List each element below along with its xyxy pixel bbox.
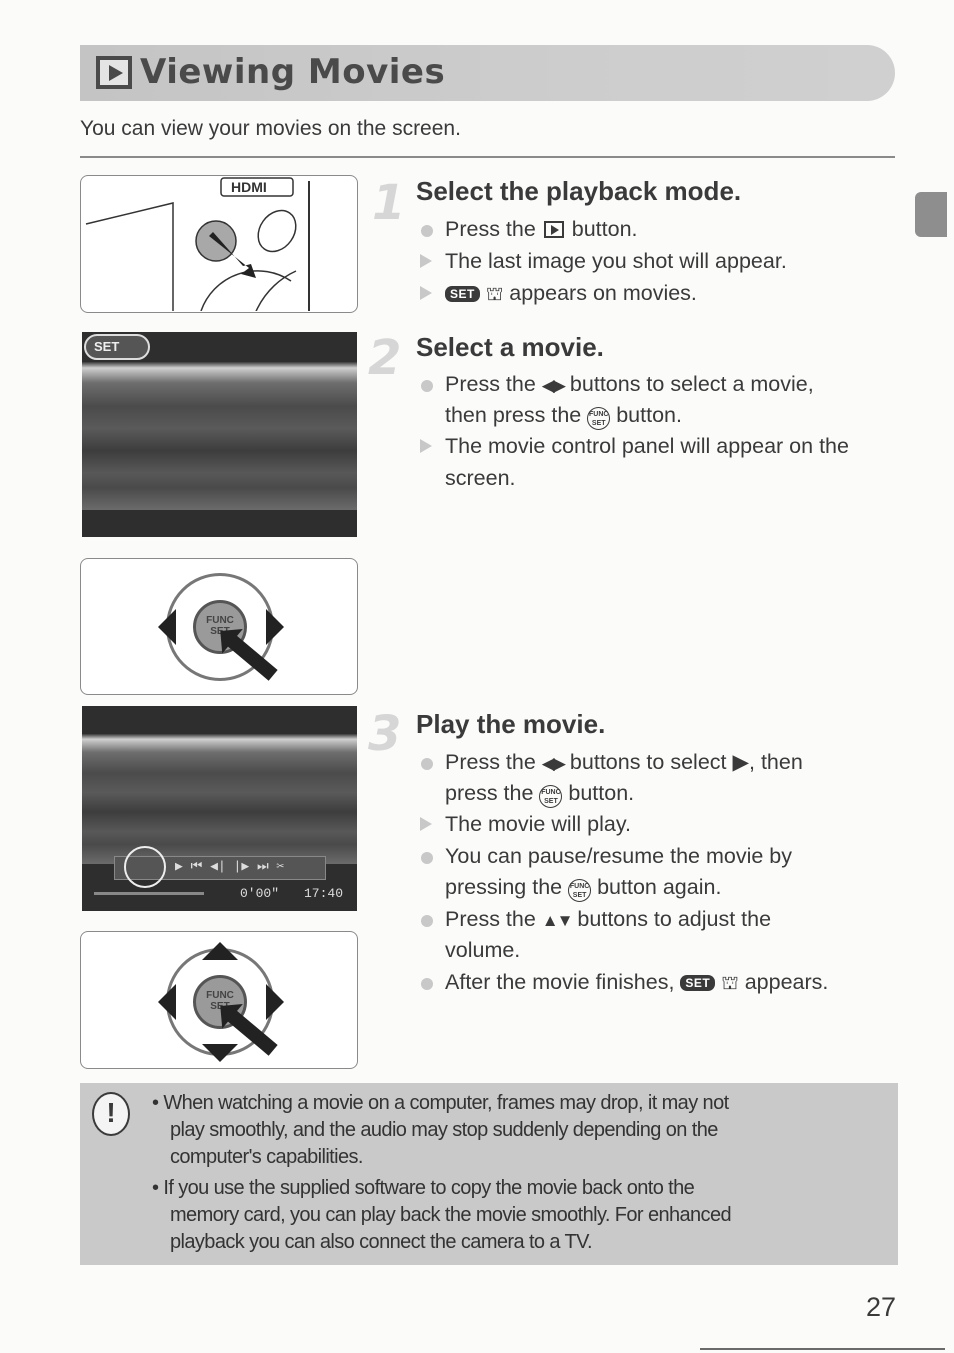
- play-selection-circle: [124, 846, 166, 888]
- result-bullet-icon: [420, 439, 432, 453]
- progress-bar: [94, 892, 204, 895]
- step-line: volume.: [445, 938, 521, 962]
- control-icons: ▶ ⏮ ◀| |▶ ⏭ ✂: [175, 859, 285, 874]
- set-label: SET: [94, 339, 120, 354]
- chapter-tab: [915, 192, 947, 237]
- step-line: then press the FUNC SET button.: [445, 403, 682, 430]
- header-divider: [80, 156, 895, 158]
- up-down-arrows-icon: ▲▼: [541, 911, 574, 930]
- left-arrow-icon: [158, 984, 176, 1020]
- caution-text: playback you can also connect the camera…: [170, 1231, 593, 1253]
- step-line: screen.: [445, 466, 516, 490]
- step-line: After the movie finishes, SET ⛫ appears.: [421, 970, 828, 997]
- movie-icon: ⛫: [485, 284, 504, 305]
- camera-back-illustration: HDMI: [80, 175, 358, 362]
- footer-divider: [700, 1348, 945, 1350]
- city-image: [82, 734, 357, 864]
- play-icon: ▶: [732, 750, 750, 774]
- step-line: press the FUNC SET button.: [445, 781, 634, 808]
- step-number: 2: [368, 330, 402, 386]
- step-title: Play the movie.: [416, 709, 606, 739]
- step-line: You can pause/resume the movie by: [421, 844, 792, 869]
- step-line: The movie control panel will appear on t…: [420, 434, 849, 459]
- caution-text: memory card, you can play back the movie…: [170, 1204, 732, 1226]
- down-arrow-icon: [202, 1044, 238, 1062]
- action-bullet-icon: [421, 225, 433, 237]
- set-badge-icon: SET: [445, 286, 480, 302]
- dpad-all-illustration: FUNC SET: [80, 931, 358, 1069]
- result-bullet-icon: [420, 817, 432, 831]
- playback-button-icon: [543, 221, 564, 238]
- caution-text: • When watching a movie on a computer, f…: [152, 1092, 729, 1114]
- step-line: pressing the FUNC SET button again.: [445, 875, 721, 902]
- left-arrow-icon: [158, 609, 176, 645]
- movie-screen-preview: SET: [82, 332, 357, 537]
- left-right-arrows-icon: ◀▶: [541, 754, 566, 773]
- dpad-left-right-illustration: FUNC SET: [80, 558, 358, 695]
- step-line: Press the ▲▼ buttons to adjust the: [421, 907, 771, 932]
- caution-text: play smoothly, and the audio may stop su…: [170, 1119, 718, 1141]
- step-title: Select a movie.: [416, 332, 604, 362]
- result-bullet-icon: [420, 286, 432, 300]
- step-line: The last image you shot will appear.: [420, 249, 787, 274]
- right-arrow-icon: [266, 984, 284, 1020]
- page-title: Viewing Movies: [140, 52, 446, 92]
- page-number: 27: [866, 1292, 897, 1322]
- func-set-icon: FUNC SET: [568, 879, 592, 902]
- left-right-arrows-icon: ◀▶: [541, 376, 566, 395]
- step-line: Press the ◀▶ buttons to select a movie,: [421, 372, 814, 397]
- city-image: [82, 362, 357, 510]
- action-bullet-icon: [421, 978, 433, 990]
- right-arrow-icon: [266, 609, 284, 645]
- action-bullet-icon: [421, 758, 433, 770]
- step-line: The movie will play.: [420, 812, 631, 837]
- intro-text: You can view your movies on the screen.: [80, 117, 461, 140]
- func-set-icon: FUNC SET: [539, 785, 563, 808]
- set-movie-badge: SET: [84, 334, 150, 360]
- step-line: Press the button.: [421, 217, 638, 242]
- func-set-icon: FUNC SET: [587, 407, 611, 430]
- set-badge-icon: SET: [680, 975, 716, 991]
- movie-control-panel-preview: ▶ ⏮ ◀| |▶ ⏭ ✂ 0'00" 17:40: [82, 706, 357, 911]
- up-arrow-icon: [202, 942, 238, 960]
- caution-text: computer's capabilities.: [170, 1146, 363, 1168]
- elapsed-time: 0'00": [240, 886, 280, 901]
- result-bullet-icon: [420, 254, 432, 268]
- clock-time: 17:40: [304, 886, 344, 901]
- movie-icon: ⛫: [721, 973, 739, 994]
- action-bullet-icon: [421, 380, 433, 392]
- playback-icon: [96, 56, 132, 89]
- action-bullet-icon: [421, 852, 433, 864]
- caution-icon: !: [92, 1092, 130, 1136]
- action-bullet-icon: [421, 915, 433, 927]
- step-number: 3: [368, 706, 402, 762]
- step-line: SET ⛫ appears on movies.: [420, 281, 697, 308]
- step-line: Press the ◀▶ buttons to select ▶, then: [421, 750, 803, 775]
- step-title: Select the playback mode.: [416, 176, 742, 206]
- caution-text: • If you use the supplied software to co…: [152, 1177, 695, 1199]
- hdmi-label: HDMI: [231, 179, 267, 195]
- step-number: 1: [372, 175, 406, 231]
- camera-drawing: HDMI: [85, 177, 310, 362]
